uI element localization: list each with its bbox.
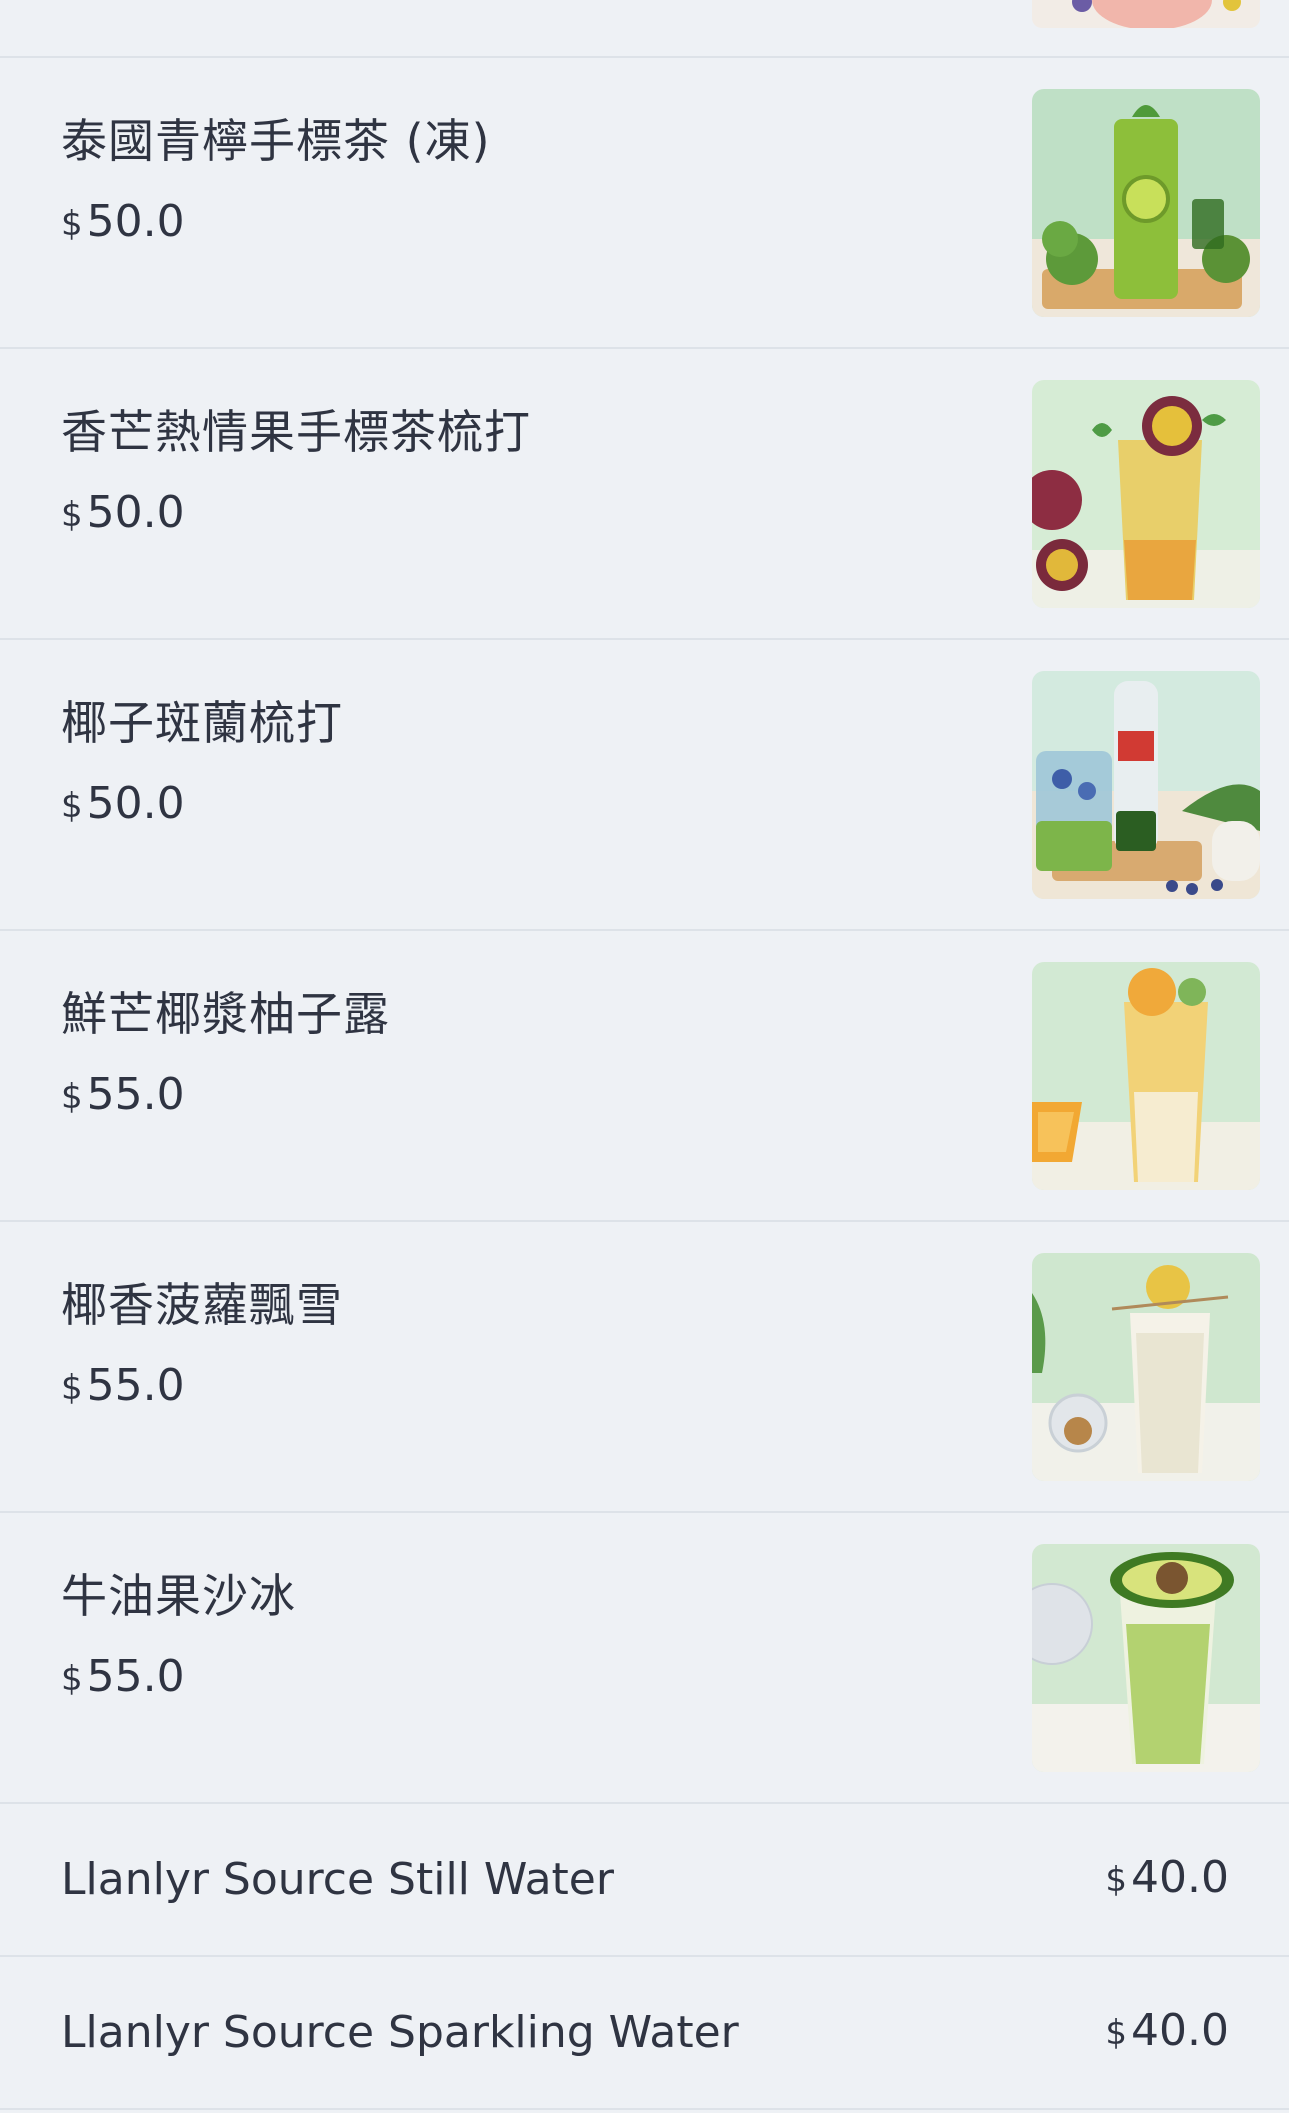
price-value: 50.0 [86,487,185,538]
item-name: Llanlyr Source Still Water [61,1854,614,1905]
item-price: $55.0 [61,1358,185,1416]
price-value: 55.0 [86,1651,185,1702]
menu-list: 泰國青檸手標茶 (凍) $50.0 香芒熱情果手標茶梳打 $50.0 椰子斑蘭梳… [0,0,1289,2110]
price-value: 40.0 [1131,2005,1229,2056]
previous-item-partial[interactable] [0,0,1289,58]
currency-symbol: $ [61,786,83,826]
currency-symbol: $ [61,1659,83,1699]
lime-tea-drink-image [1032,89,1260,317]
avocado-smoothie-image [1032,1544,1260,1772]
menu-item[interactable]: 牛油果沙冰 $55.0 [0,1513,1289,1804]
price-value: 40.0 [1131,1852,1229,1903]
mango-coconut-pomelo-image [1032,962,1260,1190]
item-price: $50.0 [61,194,185,252]
price-value: 55.0 [86,1069,185,1120]
coconut-pineapple-slush-image [1032,1253,1260,1481]
menu-item-text-only[interactable]: Llanlyr Source Sparkling Water $40.0 [0,1957,1289,2110]
item-price: $55.0 [61,1649,185,1707]
menu-item[interactable]: 椰子斑蘭梳打 $50.0 [0,640,1289,931]
menu-item-text-only[interactable]: Llanlyr Source Still Water $40.0 [0,1804,1289,1957]
menu-item[interactable]: 泰國青檸手標茶 (凍) $50.0 [0,58,1289,349]
currency-symbol: $ [61,1077,83,1117]
price-value: 55.0 [86,1360,185,1411]
menu-item[interactable]: 鮮芒椰漿柚子露 $55.0 [0,931,1289,1222]
menu-item[interactable]: 椰香菠蘿飄雪 $55.0 [0,1222,1289,1513]
passionfruit-mango-soda-image [1032,380,1260,608]
item-name: 鮮芒椰漿柚子露 [61,987,390,1041]
item-price: $55.0 [61,1067,185,1125]
item-name: 香芒熱情果手標茶梳打 [61,405,531,459]
price-value: 50.0 [86,778,185,829]
coconut-pandan-soda-image [1032,671,1260,899]
currency-symbol: $ [1105,2013,1128,2053]
item-name: 椰香菠蘿飄雪 [61,1278,343,1332]
menu-item[interactable]: 香芒熱情果手標茶梳打 $50.0 [0,349,1289,640]
currency-symbol: $ [61,1368,83,1408]
price-value: 50.0 [86,196,185,247]
currency-symbol: $ [61,204,83,244]
item-name: Llanlyr Source Sparkling Water [61,2007,739,2058]
item-name: 椰子斑蘭梳打 [61,696,343,750]
item-name: 泰國青檸手標茶 (凍) [61,114,491,168]
currency-symbol: $ [61,495,83,535]
item-price: $40.0 [1105,1850,1229,1908]
item-name: 牛油果沙冰 [61,1569,296,1623]
item-price: $40.0 [1105,2003,1229,2061]
item-price: $50.0 [61,485,185,543]
item-price: $50.0 [61,776,185,834]
currency-symbol: $ [1105,1860,1128,1900]
previous-item-image [1032,0,1260,28]
